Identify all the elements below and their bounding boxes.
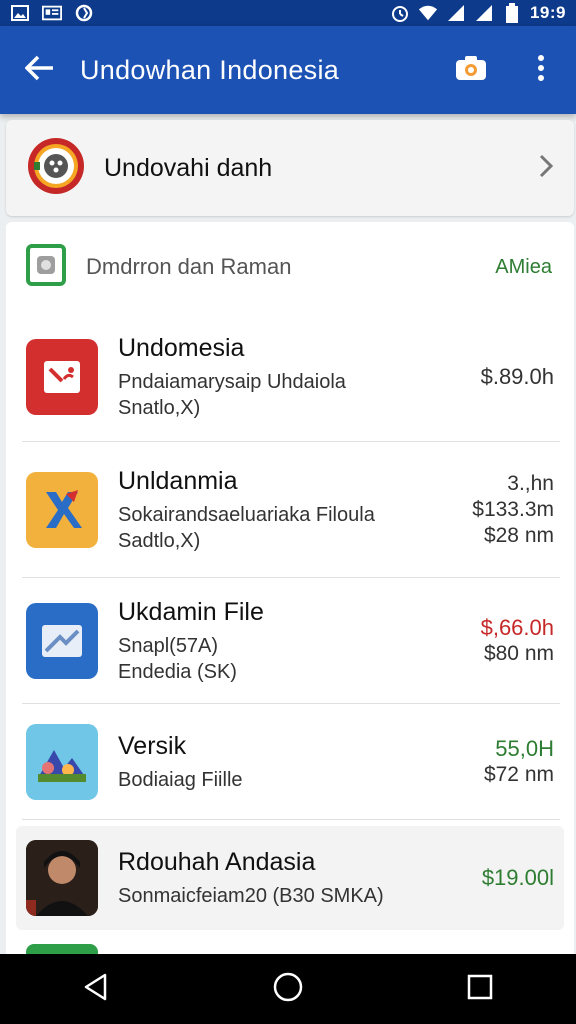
more-vert-icon	[537, 54, 545, 86]
item-price: $28 nm	[483, 524, 554, 547]
emblem-icon	[26, 136, 86, 201]
item-price: 55,0H	[495, 736, 554, 761]
chevron-right-icon	[538, 154, 554, 183]
item-detail: Sadtlo,X)	[118, 529, 201, 552]
sync-icon	[74, 4, 94, 22]
item-price: $72 nm	[483, 763, 554, 786]
home-nav-icon	[272, 971, 304, 1008]
navigation-bar	[0, 954, 576, 1024]
item-subtitle: Snapl(57A)	[118, 634, 219, 657]
page-title: Undowhan Indonesia	[80, 54, 340, 85]
back-button[interactable]	[0, 26, 80, 114]
mail-icon	[26, 603, 98, 679]
recents-nav-icon	[466, 973, 494, 1006]
item-detail: Endedia (SK)	[118, 660, 237, 683]
app-list-card: Dmdrron dan Raman AMiea Undomesia Pndaia…	[6, 222, 574, 962]
item-detail: Snatlo,X)	[118, 396, 201, 419]
back-nav-button[interactable]	[56, 959, 136, 1019]
list-item[interactable]: Unldanmia Sokairandsaeluariaka Filoula S…	[6, 442, 574, 578]
home-nav-button[interactable]	[248, 959, 328, 1019]
item-subtitle: Bodiaiag Fiille	[118, 768, 243, 791]
header-card[interactable]: Undovahi danh	[6, 120, 574, 216]
image-broken-icon	[26, 339, 98, 415]
section-header: Dmdrron dan Raman AMiea	[6, 222, 574, 312]
item-subtitle: Sonmaicfeiam20 (B30 SMKA)	[118, 884, 384, 907]
back-nav-icon	[81, 972, 111, 1007]
item-price: $133.3m	[472, 498, 554, 521]
camera-button[interactable]	[436, 26, 506, 114]
alarm-icon	[390, 4, 410, 22]
item-name: Ukdamin File	[118, 597, 264, 626]
header-title: Undovahi danh	[104, 153, 273, 182]
image-icon	[10, 4, 30, 22]
signal-icon	[474, 4, 494, 22]
section-icon	[26, 243, 66, 291]
k-app-icon	[26, 472, 98, 548]
item-subtitle: Sokairandsaeluariaka Filoula	[118, 503, 375, 526]
section-action-link[interactable]: AMiea	[495, 256, 552, 279]
item-name: Versik	[118, 731, 187, 760]
status-bar: 19:9	[0, 0, 576, 26]
portrait-icon	[26, 840, 98, 916]
news-icon	[42, 4, 62, 22]
list-item[interactable]: Ukdamin File Snapl(57A) Endedia (SK) $,6…	[6, 578, 574, 704]
battery-icon	[502, 3, 522, 23]
list-item[interactable]: Rdouhah Andasia Sonmaicfeiam20 (B30 SMKA…	[16, 826, 564, 930]
signal-icon	[446, 4, 466, 22]
item-price: $,66.0h	[480, 615, 554, 640]
item-subtitle: Pndaiamarysaip Uhdaiola	[118, 370, 346, 393]
app-bar: Undowhan Indonesia	[0, 26, 576, 114]
item-name: Rdouhah Andasia	[118, 847, 316, 876]
item-price: $80 nm	[483, 642, 554, 665]
photo-app-icon	[26, 724, 98, 800]
recents-nav-button[interactable]	[440, 959, 520, 1019]
arrow-back-icon	[24, 55, 55, 86]
item-name: Undomesia	[118, 333, 245, 362]
item-price: $19.00l	[481, 865, 554, 890]
more-options-button[interactable]	[506, 26, 576, 114]
divider	[22, 819, 560, 820]
status-time: 19:9	[529, 3, 566, 22]
item-price: 3.,hn	[507, 472, 554, 495]
item-name: Unldanmia	[118, 466, 238, 495]
list-item[interactable]: Versik Bodiaiag Fiille 55,0H $72 nm	[6, 704, 574, 820]
camera-icon	[455, 55, 487, 86]
list-item[interactable]: Undomesia Pndaiamarysaip Uhdaiola Snatlo…	[6, 312, 574, 442]
item-price: $.89.0h	[480, 364, 554, 389]
section-title: Dmdrron dan Raman	[86, 254, 292, 279]
screen: 19:9 Undowhan Indonesia Undovahi danh Dm…	[0, 0, 576, 1024]
wifi-icon	[418, 4, 438, 22]
